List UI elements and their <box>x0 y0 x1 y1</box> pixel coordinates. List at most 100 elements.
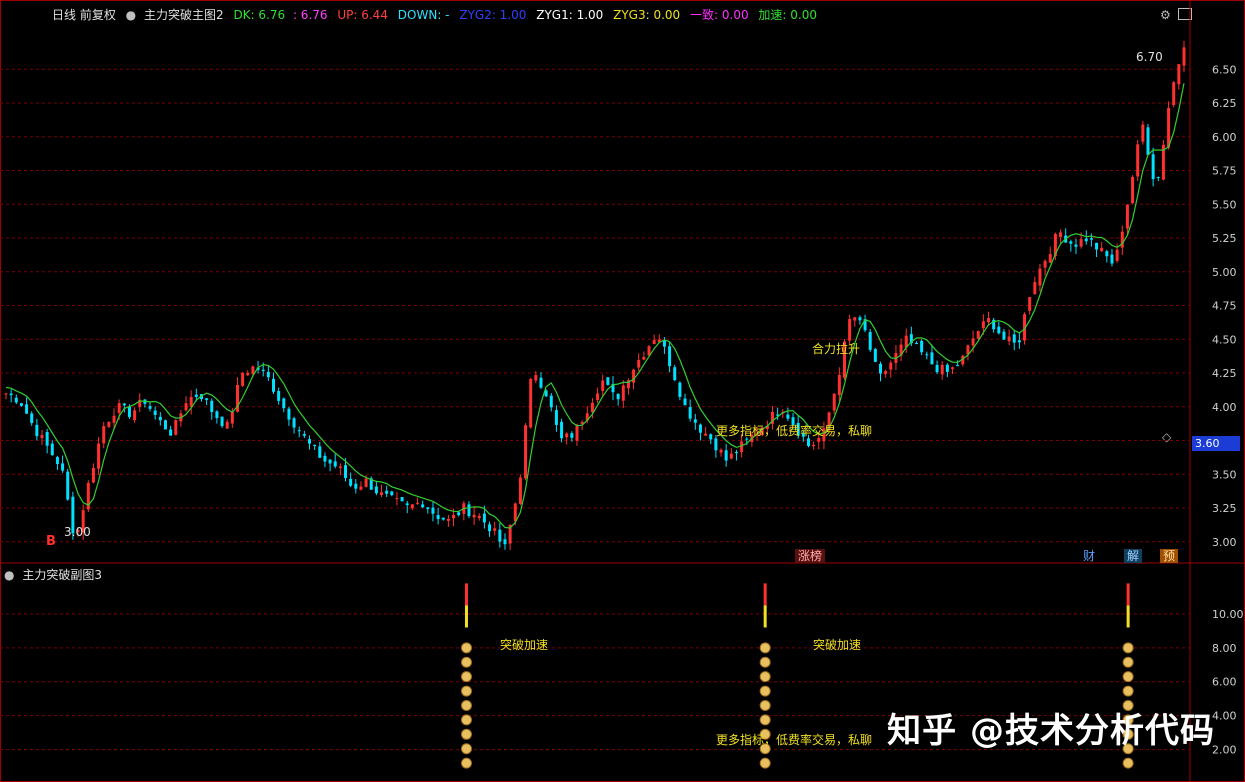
candle-body <box>858 317 862 321</box>
candle-body <box>323 455 327 462</box>
signal-coin <box>759 699 771 711</box>
jie-badge[interactable]: 解 <box>1124 549 1143 563</box>
candle-body <box>313 444 317 446</box>
candle-body <box>616 393 620 400</box>
signal-coin <box>759 714 771 726</box>
candle-body <box>621 385 625 401</box>
candle-body <box>1141 124 1145 142</box>
candle-body <box>878 363 882 374</box>
candle-body <box>683 398 687 406</box>
candle-body <box>380 492 384 496</box>
candle-body <box>606 377 610 385</box>
candle-body <box>1136 144 1140 177</box>
candle-body <box>688 407 692 419</box>
candle-body <box>344 465 348 479</box>
buy-marker: B <box>46 534 56 549</box>
candle-body <box>549 395 553 408</box>
candle-body <box>246 372 250 376</box>
candle-body <box>1069 241 1073 244</box>
candle-body <box>133 410 137 421</box>
y-tick-label: 5.00 <box>1212 266 1237 279</box>
candle-body <box>230 411 234 424</box>
candle-body <box>503 539 507 545</box>
candle-body <box>457 512 461 516</box>
candle-body <box>1028 297 1032 311</box>
candle-body <box>14 397 18 403</box>
signal-coin <box>759 757 771 769</box>
y-tick-label: 4.25 <box>1212 367 1237 380</box>
y-tick-label: 8.00 <box>1212 642 1237 655</box>
candle-body <box>266 371 270 378</box>
candle-body <box>318 446 322 458</box>
candle-body <box>832 393 836 411</box>
candle-body <box>251 366 255 375</box>
candle-body <box>163 420 167 430</box>
y-tick-label: 2.00 <box>1212 744 1237 757</box>
candle-body <box>1074 244 1078 247</box>
candle-body <box>431 507 435 514</box>
candle-body <box>421 504 425 508</box>
candle-body <box>554 410 558 425</box>
candle-body <box>127 406 131 417</box>
candle-body <box>724 450 728 461</box>
candle-body <box>601 380 605 391</box>
candle-body <box>426 507 430 510</box>
candle-body <box>400 497 404 502</box>
candle-body <box>1048 253 1052 263</box>
signal-coin <box>460 714 472 726</box>
candle-body <box>472 514 476 518</box>
candle-body <box>184 403 188 411</box>
candle-body <box>488 524 492 532</box>
candle-body <box>205 398 209 400</box>
limit-badge[interactable]: 涨榜 <box>795 549 826 563</box>
signal-coin <box>759 685 771 697</box>
candle-body <box>498 529 502 542</box>
candle-body <box>945 364 949 372</box>
candle-body <box>1177 64 1181 85</box>
candle-body <box>441 517 445 520</box>
candle-body <box>328 459 332 464</box>
y-tick-label: 6.25 <box>1212 97 1237 110</box>
candle-body <box>915 343 919 345</box>
candle-body <box>287 408 291 420</box>
candle-body <box>158 416 162 421</box>
yu-badge[interactable]: 预 <box>1160 549 1179 563</box>
candle-body <box>97 443 101 469</box>
candle-body <box>482 513 486 523</box>
min-price-label: 3.00 <box>64 525 91 539</box>
candle-body <box>1038 268 1042 286</box>
candle-body <box>1043 260 1047 268</box>
candle-body <box>734 452 738 454</box>
signal-coin <box>1122 685 1134 697</box>
candle-body <box>1156 177 1160 179</box>
cai-badge[interactable]: 财 <box>1080 549 1098 563</box>
candle-body <box>19 403 23 406</box>
candle-body <box>308 439 312 444</box>
candle-body <box>704 433 708 436</box>
candle-body <box>693 419 697 423</box>
candle-body <box>446 518 450 521</box>
candle-body <box>1167 108 1171 148</box>
candle-body <box>1017 340 1021 343</box>
candle-body <box>884 371 888 374</box>
candle-body <box>1079 239 1083 247</box>
candle-body <box>30 413 34 424</box>
candle-body <box>9 393 13 396</box>
candle-body <box>338 466 342 468</box>
candle-body <box>112 415 116 423</box>
candle-body <box>637 359 641 368</box>
candle-body <box>729 453 733 459</box>
candle-body <box>1110 254 1114 264</box>
candle-body <box>66 471 70 500</box>
candle-body <box>410 504 414 509</box>
candle-body <box>194 394 198 397</box>
y-tick-label: 6.50 <box>1212 63 1237 76</box>
candle-body <box>534 375 538 381</box>
signal-coin <box>759 671 771 683</box>
candle-body <box>997 326 1001 334</box>
y-tick-label: 3.00 <box>1212 536 1237 549</box>
candle-body <box>524 425 528 479</box>
candle-body <box>1146 127 1150 155</box>
y-tick-label: 5.50 <box>1212 198 1237 211</box>
candle-body <box>385 490 389 494</box>
